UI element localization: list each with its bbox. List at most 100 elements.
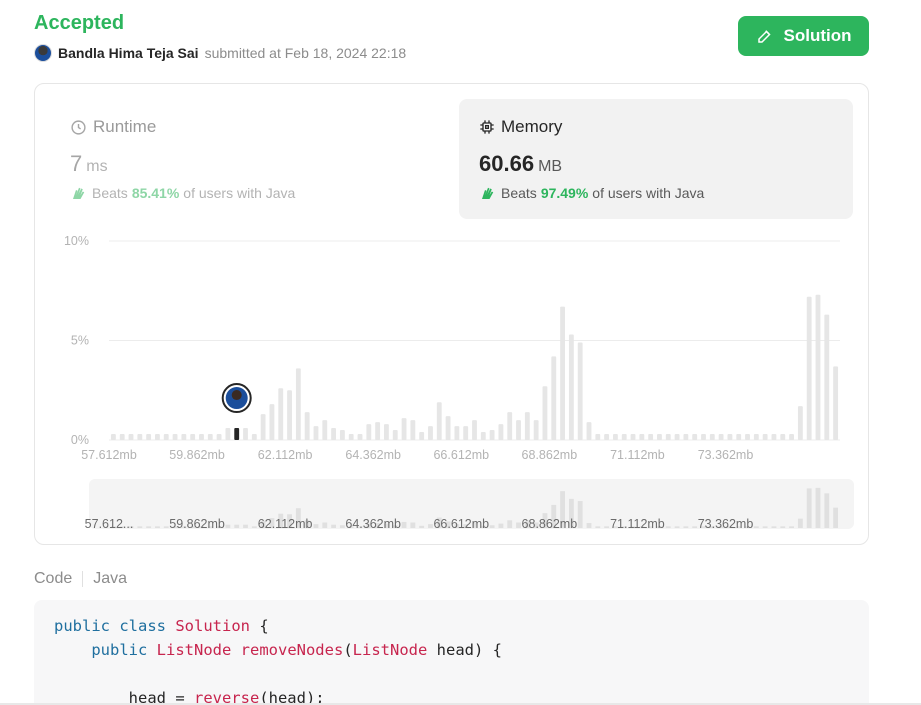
chart-bar	[806, 296, 812, 440]
chart-bar	[155, 434, 160, 440]
chart-bar	[163, 434, 169, 440]
overview-bar	[251, 526, 257, 528]
edit-icon	[757, 30, 771, 43]
chart-bar	[269, 404, 275, 440]
chart-bar	[657, 434, 662, 440]
overview-bar	[410, 522, 416, 528]
overview-tick-label: 62.112mb	[258, 517, 313, 531]
code-tab[interactable]: Code	[34, 570, 72, 588]
overview-tick-label: 66.612mb	[433, 517, 489, 531]
code-header: Code Java	[34, 570, 127, 588]
overview-bar	[155, 526, 160, 528]
submitter-name[interactable]: Bandla Hima Teja Sai	[58, 45, 199, 61]
memory-distribution-chart[interactable]: 10% 5% 0%57.612mb 59.862mb 62.112mb 64.362mb 6…	[35, 84, 870, 546]
overview-bar	[771, 526, 777, 528]
avatar[interactable]	[34, 44, 52, 62]
chart-bar	[701, 434, 706, 440]
chart-bar	[824, 314, 830, 440]
chart-bar	[709, 434, 715, 440]
x-tick-label: 59.862mb	[169, 448, 225, 462]
chart-bar	[727, 434, 733, 440]
chart-bar	[577, 342, 583, 440]
divider	[82, 571, 84, 587]
chart-bar	[789, 434, 794, 440]
chart-bar	[428, 426, 433, 440]
overview-bar	[507, 520, 513, 528]
chart-bar	[401, 418, 407, 440]
chart-bar	[454, 426, 460, 440]
overview-bar	[789, 526, 794, 528]
overview-tick-label: 57.612...	[85, 517, 134, 531]
overview-bar	[401, 521, 407, 528]
overview-bar	[683, 526, 689, 528]
overview-bar	[234, 524, 240, 528]
submitted-time: submitted at Feb 18, 2024 22:18	[204, 45, 407, 61]
overview-bar	[833, 507, 839, 528]
code-block[interactable]: public class Solution { public ListNode …	[34, 600, 869, 705]
chart-bar	[190, 434, 196, 440]
overview-bar	[577, 501, 583, 528]
chart-bar	[797, 406, 803, 440]
x-tick-label: 68.862mb	[522, 448, 578, 462]
overview-bar	[797, 518, 803, 528]
chart-bar	[683, 434, 689, 440]
my-submission-bar	[234, 428, 240, 440]
overview-bar	[428, 524, 433, 528]
code-language: Java	[93, 570, 128, 587]
chart-bar	[243, 428, 248, 440]
chart-bar	[295, 368, 301, 440]
x-tick-label: 71.112mb	[610, 448, 665, 462]
overview-bar	[225, 524, 231, 528]
overview-tick-label: 64.362mb	[345, 517, 401, 531]
chart-bar	[137, 434, 143, 440]
avatar-marker-face	[231, 390, 242, 401]
chart-bar	[304, 412, 310, 440]
chart-bar	[745, 434, 750, 440]
chart-bar	[128, 434, 134, 440]
chart-bar	[551, 356, 557, 440]
solution-button-label: Solution	[783, 26, 852, 45]
chart-bar	[595, 434, 601, 440]
code-token: removeNodes	[240, 641, 344, 659]
overview-bar	[163, 526, 169, 528]
overview-bar	[243, 524, 248, 528]
overview-bar	[586, 523, 592, 528]
chart-bar	[207, 434, 213, 440]
code-token: Solution	[175, 617, 250, 635]
solution-button[interactable]: Solution	[738, 16, 869, 56]
chart-bar	[366, 424, 372, 440]
chart-bar	[339, 430, 345, 440]
overview-tick-label: 71.112mb	[610, 517, 665, 531]
overview-bar	[692, 526, 698, 528]
chart-bar	[199, 434, 204, 440]
chart-bar	[533, 420, 539, 440]
overview-bar	[824, 493, 830, 528]
chart-bar	[639, 434, 645, 440]
chart-bar	[604, 434, 610, 440]
overview-bar	[313, 524, 319, 528]
y-tick-label: 0%	[71, 433, 89, 447]
code-token: public class	[54, 617, 176, 635]
chart-bar	[410, 420, 416, 440]
overview-bar	[806, 488, 812, 528]
chart-bar	[436, 402, 442, 440]
submitter-info: Bandla Hima Teja Sai submitted at Feb 18…	[34, 44, 406, 62]
chart-bar	[674, 434, 680, 440]
code-token: ListNode	[352, 641, 437, 659]
chart-bar	[216, 434, 222, 440]
code-token: public	[91, 641, 157, 659]
chart-bar	[560, 306, 565, 440]
chart-bar	[110, 434, 116, 440]
chart-bar	[146, 434, 152, 440]
chart-bar	[612, 434, 618, 440]
chart-bar	[736, 434, 742, 440]
code-line: public class Solution {	[54, 614, 849, 638]
y-tick-label: 5%	[71, 334, 89, 348]
chart-bar	[815, 294, 821, 440]
x-tick-label: 62.112mb	[258, 448, 313, 462]
overview-bar	[604, 526, 610, 528]
chart-bar	[313, 426, 319, 440]
chart-bar	[384, 424, 389, 440]
chart-bar	[542, 386, 548, 440]
